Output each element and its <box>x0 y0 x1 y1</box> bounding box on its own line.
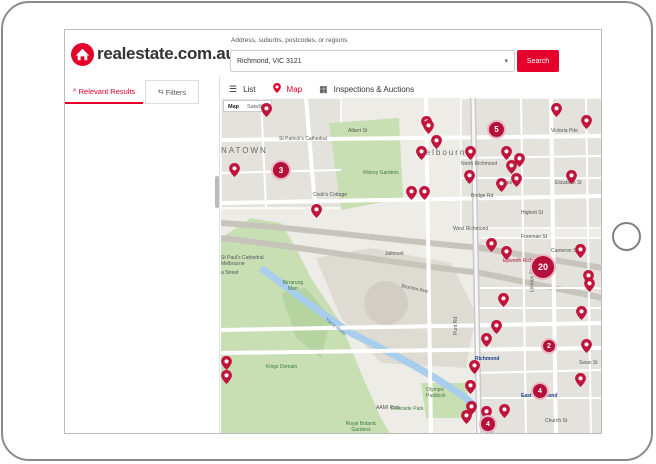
tab-filters-label: Filters <box>165 87 187 97</box>
map-label: Riverside Park <box>391 406 424 412</box>
logo[interactable]: realestate.com.au <box>71 41 236 67</box>
listing-pin-icon[interactable] <box>575 244 586 258</box>
listing-pin-icon[interactable] <box>221 356 232 370</box>
calendar-icon: ▦ <box>319 83 328 94</box>
listing-pin-icon[interactable] <box>498 293 509 307</box>
view-inspections[interactable]: ▦ Inspections & Auctions <box>319 84 414 95</box>
map-label: Punt Rd <box>453 316 460 336</box>
map-label: Swan St <box>579 360 598 366</box>
listing-pin-icon[interactable] <box>465 146 476 160</box>
listing-pin-icon[interactable] <box>496 178 507 192</box>
map-label: Church St <box>545 418 568 424</box>
tab-relevant-results[interactable]: ⌕ Relevant Results <box>65 80 143 104</box>
search-input[interactable]: Richmond, VIC 3121 ▾ <box>230 50 515 72</box>
map-label: Fitzroy Gardens <box>363 170 399 176</box>
listing-pin-icon[interactable] <box>581 115 592 129</box>
map-label: Bridge Rd <box>471 193 494 199</box>
listing-pin-icon[interactable] <box>575 373 586 387</box>
house-logo-icon <box>71 42 94 66</box>
dropdown-caret-icon[interactable]: ▾ <box>504 57 508 65</box>
listing-pin-icon[interactable] <box>486 238 497 252</box>
listing-pin-icon[interactable] <box>584 278 595 292</box>
map-label: Royal Botanic Gardens <box>345 421 377 433</box>
cluster-marker[interactable]: 2 <box>541 338 557 354</box>
map-label: St Paul's Cathedral Melbourne <box>221 255 264 267</box>
view-inspections-label: Inspections & Auctions <box>333 84 415 94</box>
search-button[interactable]: Search <box>517 50 559 72</box>
property-map[interactable]: Map Satellite St Patrick's Cathedral Alb… <box>221 98 601 433</box>
cluster-marker[interactable]: 4 <box>479 415 497 433</box>
view-map[interactable]: Map <box>272 83 303 95</box>
map-label: North Richmond <box>461 161 498 167</box>
home-button[interactable] <box>612 222 641 251</box>
listing-pin-icon[interactable] <box>221 370 232 384</box>
cluster-marker[interactable]: 20 <box>530 254 556 280</box>
map-label: Jolimont <box>385 251 404 257</box>
map-label: a Street <box>221 270 239 276</box>
listing-pin-icon[interactable] <box>465 380 476 394</box>
listing-pin-icon[interactable] <box>581 339 592 353</box>
search-label: Address, suburbs, postcodes, or regions <box>231 37 348 44</box>
map-pin-icon <box>272 83 281 95</box>
tab-relevant-results-label: Relevant Results <box>78 86 136 96</box>
listing-pin-icon[interactable] <box>416 146 427 160</box>
listing-pin-icon[interactable] <box>431 135 442 149</box>
listing-pin-icon[interactable] <box>506 160 517 174</box>
listing-pin-icon[interactable] <box>464 170 475 184</box>
listing-pin-icon[interactable] <box>461 410 472 424</box>
listing-pin-icon[interactable] <box>229 163 240 177</box>
cluster-marker[interactable]: 5 <box>487 120 506 139</box>
listing-pin-icon[interactable] <box>576 306 587 320</box>
map-label: St Patrick's Cathedral <box>279 136 327 142</box>
map-label: Cook's Cottage <box>313 192 348 198</box>
app-screen: realestate.com.au Address, suburbs, post… <box>64 29 602 434</box>
results-sidebar: ⌕ Relevant Results ⇆ Filters <box>65 76 220 433</box>
header: realestate.com.au Address, suburbs, post… <box>65 30 601 76</box>
tab-filters[interactable]: ⇆ Filters <box>145 80 199 104</box>
listing-pin-icon[interactable] <box>501 246 512 260</box>
view-list-label: List <box>243 84 256 94</box>
cluster-marker[interactable]: 3 <box>271 160 291 180</box>
listing-pin-icon[interactable] <box>501 146 512 160</box>
view-list[interactable]: ☰ List <box>229 84 256 95</box>
map-label: Kings Domain <box>266 364 298 370</box>
map-label: West Richmond <box>453 226 489 232</box>
listing-pin-icon[interactable] <box>261 103 272 117</box>
listing-pin-icon[interactable] <box>406 186 417 200</box>
map-label: Cameron St <box>551 248 578 254</box>
map-label: Freeman St <box>521 234 548 240</box>
listing-pin-icon[interactable] <box>423 120 434 134</box>
map-label: Highett St <box>521 210 543 216</box>
listing-pin-icon[interactable] <box>499 404 510 418</box>
listing-pin-icon[interactable] <box>311 204 322 218</box>
map-label: Victoria Pde <box>551 128 578 134</box>
view-map-label: Map <box>286 84 303 94</box>
sidebar-scrollbar[interactable] <box>215 176 219 208</box>
cluster-marker[interactable]: 4 <box>531 382 549 400</box>
listing-pin-icon[interactable] <box>511 173 522 187</box>
listing-pin-icon[interactable] <box>419 186 430 200</box>
listing-pin-icon[interactable] <box>491 320 502 334</box>
listing-pin-icon[interactable] <box>469 360 480 374</box>
search-icon: ⌕ <box>72 87 77 94</box>
list-icon: ☰ <box>229 83 238 94</box>
map-label: Olympic Paddock <box>426 387 446 399</box>
view-switcher: ☰ List Map ▦ Inspections & Auctions <box>229 82 431 96</box>
tablet-frame: realestate.com.au Address, suburbs, post… <box>1 1 653 461</box>
map-label: NATOWN <box>221 146 268 155</box>
map-label: Birrarung Marr <box>282 280 304 292</box>
listing-pin-icon[interactable] <box>566 170 577 184</box>
map-type-map[interactable]: Map <box>224 101 243 111</box>
map-label: Albert St <box>348 128 368 134</box>
listing-pin-icon[interactable] <box>551 103 562 117</box>
brand-name: realestate.com.au <box>97 44 236 63</box>
sliders-icon: ⇆ <box>157 89 164 96</box>
search-input-value: Richmond, VIC 3121 <box>237 58 302 65</box>
listing-pin-icon[interactable] <box>481 333 492 347</box>
